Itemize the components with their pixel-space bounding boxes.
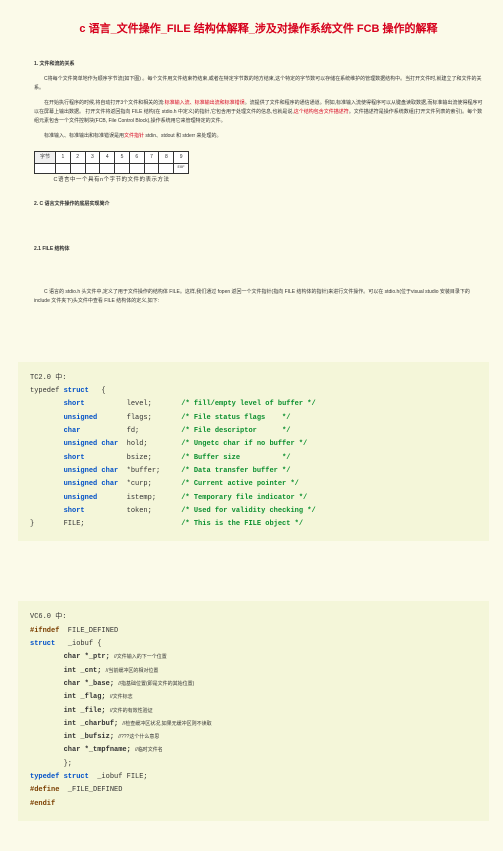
cell — [114, 164, 129, 173]
cell — [85, 164, 100, 173]
cell — [35, 164, 55, 173]
cell: 4 — [99, 152, 114, 163]
red-text: 这个结构包含文件描述符 — [294, 109, 349, 115]
code-line: unsigned istemp; /* Temporary file indic… — [30, 492, 477, 505]
cell — [55, 164, 70, 173]
code-label: TC2.0 中: — [30, 372, 477, 385]
code-line: int _bufsiz; //???这个什么意思 — [30, 731, 477, 744]
keyword: typedef — [30, 773, 59, 781]
text: 标准输入、标准输出和标准错误是用 — [44, 133, 124, 139]
red-text: 标准输入流、标准输出流和标准错误 — [165, 100, 245, 106]
text: 打开文件将返回指向 FILE 结构(在 stdio.h 中定义)的指针,它包含用… — [85, 109, 293, 115]
code-line: unsigned flags; /* File status flags */ — [30, 412, 477, 425]
code-text: _iobuf FILE; — [89, 773, 148, 781]
section-2-sub: 2.1 FILE 结构体 — [34, 245, 483, 254]
directive: #ifndef — [30, 627, 59, 635]
cell: 6 — [129, 152, 144, 163]
code-line: int _cnt; //当前缓冲区的相对位置 — [30, 665, 477, 678]
para-1a: C将每个文件简单地作为顺序字节流(如下图) 。每个文件用文件结束符结束,或者在特… — [34, 75, 483, 93]
code-line: short bsize; /* Buffer size */ — [30, 452, 477, 465]
page-title: c 语言_文件操作_FILE 结构体解释_涉及对操作系统文件 FCB 操作的解释 — [34, 20, 483, 40]
code-line: unsigned char *curp; /* Current active p… — [30, 478, 477, 491]
cell — [99, 164, 114, 173]
figure-caption: C语言中一个具有n个字节的文件的表示方法 — [34, 176, 189, 186]
cell — [144, 164, 159, 173]
para-2: C 语言的 stdio.h 头文件中,定义了用于文件操作的结构体 FILE。这样… — [34, 288, 483, 306]
cell: 7 — [144, 152, 159, 163]
figure-row-body: EOF — [34, 164, 189, 174]
cell: 8 — [158, 152, 173, 163]
cell — [70, 164, 85, 173]
cell: 5 — [114, 152, 129, 163]
code-text: _FILE_DEFINED — [59, 786, 122, 794]
code-line: unsigned char *buffer; /* Data transfer … — [30, 465, 477, 478]
code-text: _iobuf { — [55, 640, 101, 648]
code-line: int _file; //文件的有效性验证 — [30, 705, 477, 718]
figure-row-header: 字节 1 2 3 4 5 6 7 8 9 — [34, 151, 189, 164]
code-line: char fd; /* File descriptor */ — [30, 425, 477, 438]
code-label: VC6.0 中: — [30, 611, 477, 624]
code-line: int _charbuf; //检查缓冲区状况,如果无缓冲区则不读取 — [30, 718, 477, 731]
text: 在开始执行程序的时候,将自动打开3个文件和相关的流: — [44, 100, 165, 106]
code-text: FILE_DEFINED — [59, 627, 118, 635]
cell: 9 — [173, 152, 188, 163]
cell: 1 — [55, 152, 70, 163]
text: stdin、stdout 和 stderr 来处理的。 — [144, 133, 222, 139]
cell — [158, 164, 173, 173]
section-1-head: 1. 文件和流的关系 — [34, 60, 483, 69]
cell: EOF — [173, 164, 188, 173]
code-tc20: TC2.0 中: typedef struct { short level; /… — [18, 362, 489, 542]
keyword: struct — [59, 773, 88, 781]
code-line: char *_ptr; //文件输入的下一个位置 — [30, 651, 477, 664]
cell: 3 — [85, 152, 100, 163]
para-1d: 标准输入、标准输出和标准错误是用文件指针 stdin、stdout 和 stde… — [34, 132, 483, 141]
code-line: unsigned char hold; /* Ungetc char if no… — [30, 438, 477, 451]
cell: 2 — [70, 152, 85, 163]
figure-byte-stream: 字节 1 2 3 4 5 6 7 8 9 EOF C语言中一个具有n个字节的文件… — [34, 151, 189, 186]
keyword: struct — [30, 640, 55, 648]
directive: #define — [30, 786, 59, 794]
code-vc60: VC6.0 中: #ifndef FILE_DEFINED struct _io… — [18, 601, 489, 820]
figure-bytes-label: 字节 — [35, 152, 55, 163]
code-line: typedef struct { — [30, 385, 477, 398]
code-line: char *_tmpfname; //临时文件名 — [30, 744, 477, 757]
code-line: int _flag; //文件标志 — [30, 691, 477, 704]
code-line: char *_base; //指基础位置(即是文件的其始位置) — [30, 678, 477, 691]
para-1b: 在开始执行程序的时候,将自动打开3个文件和相关的流:标准输入流、标准输出流和标准… — [34, 99, 483, 126]
code-line: short level; /* fill/empty level of buff… — [30, 398, 477, 411]
directive: #endif — [30, 800, 55, 808]
code-line: } FILE; /* This is the FILE object */ — [30, 518, 477, 531]
code-line: short token; /* Used for validity checki… — [30, 505, 477, 518]
cell — [129, 164, 144, 173]
section-2-head: 2. C 语言文件操作的底层实现简介 — [34, 200, 483, 209]
code-text: }; — [30, 758, 477, 771]
red-text: 文件指针 — [124, 133, 144, 139]
